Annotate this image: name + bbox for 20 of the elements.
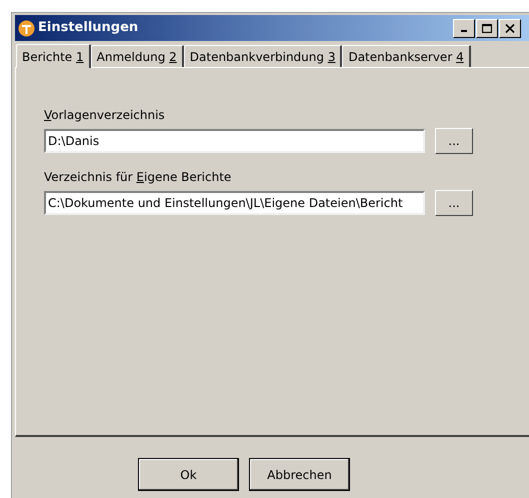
close-icon bbox=[505, 24, 515, 32]
browse-button[interactable]: ... bbox=[435, 190, 473, 216]
minimize-button[interactable] bbox=[453, 18, 475, 38]
tab[interactable]: Datenbankserver 4 bbox=[342, 45, 471, 67]
app-logo-icon bbox=[18, 20, 35, 36]
tab[interactable]: Datenbankverbindung 3 bbox=[184, 45, 342, 67]
close-button[interactable] bbox=[499, 18, 521, 38]
minimize-icon bbox=[461, 30, 467, 32]
path-field[interactable]: C:\Dokumente und Einstellungen\JL\Eigene Dateien\Bericht bbox=[44, 191, 425, 215]
path-field[interactable]: D:\Danis bbox=[44, 129, 425, 153]
ok-button[interactable]: Ok bbox=[138, 458, 239, 491]
browse-button[interactable]: ... bbox=[435, 128, 473, 154]
window-title: Einstellungen bbox=[38, 19, 138, 38]
tab[interactable]: Berichte 1 bbox=[16, 44, 91, 68]
tab[interactable]: Anmeldung 2 bbox=[90, 45, 184, 67]
cancel-button[interactable]: Abbrechen bbox=[249, 458, 350, 491]
field-label: Vorlagenverzeichnis bbox=[44, 107, 166, 124]
maximize-button[interactable] bbox=[476, 18, 498, 38]
field-label: Verzeichnis für Eigene Berichte bbox=[44, 169, 232, 186]
maximize-icon bbox=[482, 24, 492, 32]
